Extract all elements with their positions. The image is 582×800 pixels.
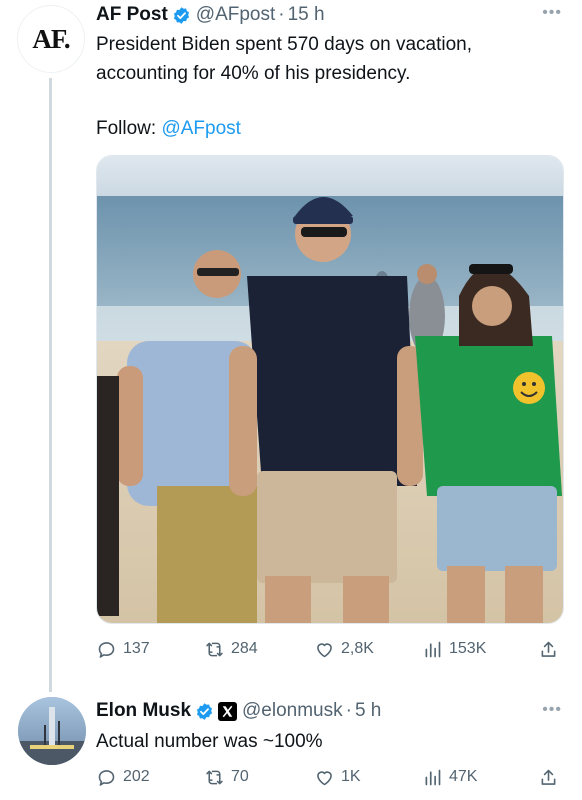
author-handle[interactable]: @elonmusk	[242, 700, 343, 722]
tweet-actions: 137 284 2,8K 153K	[96, 635, 566, 663]
tweet-text-line: accounting for 40% of his presidency.	[96, 63, 411, 84]
reply-count: 137	[123, 640, 150, 657]
x-affiliate-badge-icon	[218, 701, 238, 721]
like-button[interactable]: 2,8K	[314, 639, 374, 660]
beach-photo	[97, 156, 563, 623]
tweet-actions: 202 70 1K 47K	[96, 763, 566, 791]
tweet-header: AF Post @AFpost · 15 h	[96, 2, 325, 28]
elon-musk-avatar[interactable]	[18, 697, 86, 765]
reply-icon	[98, 641, 115, 658]
retweet-icon	[206, 770, 223, 784]
views-button[interactable]: 153K	[422, 639, 486, 660]
tweet-header: Elon Musk @elonmusk · 5 h	[96, 698, 381, 724]
view-count: 47K	[449, 768, 478, 785]
retweet-count: 284	[231, 640, 258, 657]
like-button[interactable]: 1K	[314, 767, 361, 788]
more-dots-icon[interactable]: •••	[542, 701, 562, 719]
retweet-button[interactable]: 284	[204, 639, 258, 660]
heart-icon	[317, 642, 332, 657]
heart-icon	[317, 770, 332, 785]
separator-dot: ·	[278, 4, 285, 25]
tweet-text-line: President Biden spent 570 days on vacati…	[96, 34, 473, 55]
author-name[interactable]: AF Post	[96, 4, 168, 26]
af-post-avatar[interactable]: AF.	[17, 5, 85, 73]
view-count: 153K	[449, 640, 487, 657]
verified-badge-icon	[196, 702, 213, 720]
reply-count: 202	[123, 768, 150, 785]
share-icon	[541, 769, 556, 785]
author-handle[interactable]: @AFpost	[196, 4, 275, 26]
tweet-time[interactable]: 15 h	[288, 4, 325, 26]
rocket-launch-avatar	[18, 697, 86, 765]
retweet-button[interactable]: 70	[204, 767, 249, 788]
thread-line	[49, 78, 52, 692]
share-button[interactable]	[538, 639, 559, 660]
author-name[interactable]: Elon Musk	[96, 700, 191, 722]
avatar-logo-text: AF.	[32, 23, 70, 54]
like-count: 1K	[341, 768, 361, 785]
verified-badge-icon	[173, 6, 189, 24]
views-bar-icon	[425, 641, 441, 657]
tweet-text: President Biden spent 570 days on vacati…	[96, 30, 472, 88]
reply-button[interactable]: 202	[96, 767, 150, 788]
follow-line: Follow: @AFpost	[96, 114, 241, 143]
tweet-text: Actual number was ~100%	[96, 731, 323, 752]
separator-dot: ·	[345, 700, 352, 721]
tweet-photo[interactable]	[96, 155, 564, 624]
share-button[interactable]	[538, 767, 559, 788]
tweet-time[interactable]: 5 h	[355, 700, 381, 722]
views-bar-icon	[425, 769, 441, 785]
views-button[interactable]: 47K	[422, 767, 477, 788]
like-count: 2,8K	[341, 640, 374, 657]
follow-link[interactable]: @AFpost	[161, 118, 240, 139]
retweet-count: 70	[231, 768, 249, 785]
more-dots-icon[interactable]: •••	[542, 4, 562, 22]
retweet-icon	[206, 642, 223, 656]
follow-label: Follow:	[96, 118, 157, 139]
share-icon	[541, 641, 556, 657]
reply-button[interactable]: 137	[96, 639, 150, 660]
reply-icon	[98, 769, 115, 786]
